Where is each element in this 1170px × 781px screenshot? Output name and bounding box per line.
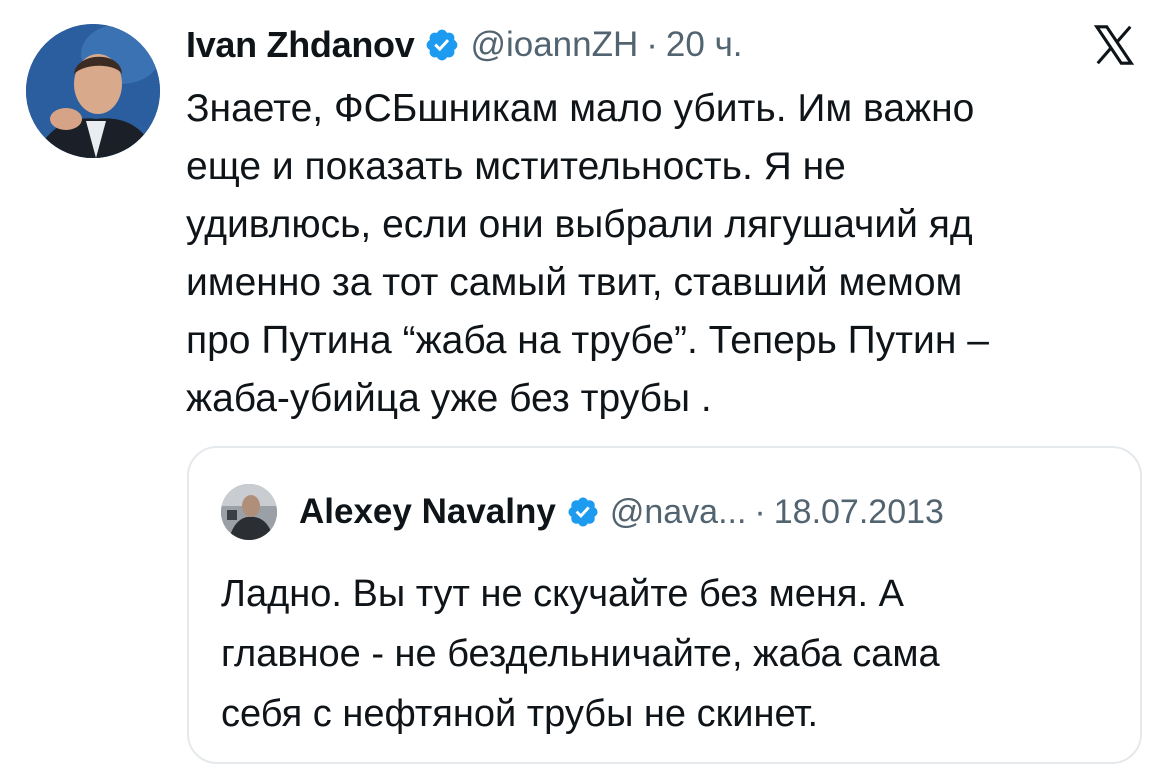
- quoted-text-line: Ладно. Вы тут не скучайте без меня. А: [221, 573, 904, 615]
- quoted-tweet-date[interactable]: 18.07.2013: [774, 493, 944, 532]
- verified-badge-icon: [424, 27, 460, 63]
- quoted-author-avatar[interactable]: [221, 484, 277, 540]
- quoted-author-name[interactable]: Alexey Navalny: [299, 492, 556, 532]
- tweet-timestamp[interactable]: 20 ч.: [666, 25, 743, 65]
- quoted-avatar-photo: [221, 484, 277, 540]
- author-avatar[interactable]: [26, 24, 160, 158]
- quoted-text-line: себя с нефтяной трубы не скинет.: [221, 693, 819, 735]
- verified-badge-icon: [566, 495, 600, 529]
- quoted-tweet-text: Ладно. Вы тут не скучайте без меня. А гл…: [221, 564, 1121, 744]
- tweet-header: Ivan Zhdanov @ioannZH · 20 ч.: [186, 18, 743, 72]
- separator-dot: ·: [754, 492, 766, 531]
- tweet-text-line: Знаете, ФСБшникам мало убить. Им важно: [186, 87, 975, 130]
- tweet-text-line: удивлюсь, если они выбрали лягушачий яд: [186, 203, 973, 246]
- tweet-text-line: про Путина “жаба на трубе”. Теперь Путин…: [186, 319, 989, 362]
- tweet-text-line: еще и показать мстительность. Я не: [186, 145, 846, 188]
- quoted-tweet[interactable]: Alexey Navalny @nava... · 18.07.2013 Лад…: [187, 446, 1142, 764]
- tweet-card[interactable]: Ivan Zhdanov @ioannZH · 20 ч. Знаете, ФС…: [0, 0, 1170, 781]
- tweet-text-line: именно за тот самый твит, ставший мемом: [186, 261, 963, 304]
- author-handle[interactable]: @ioannZH: [470, 25, 638, 65]
- tweet-text: Знаете, ФСБшникам мало убить. Им важно е…: [186, 80, 1146, 428]
- author-name[interactable]: Ivan Zhdanov: [186, 24, 415, 66]
- quoted-text-line: главное - не бездельничайте, жаба сама: [221, 633, 940, 675]
- quoted-tweet-header: Alexey Navalny @nava... · 18.07.2013: [299, 486, 944, 538]
- tweet-text-line: жаба-убийца уже без трубы .: [186, 377, 712, 420]
- x-logo-icon[interactable]: [1090, 22, 1138, 68]
- avatar-photo: [26, 24, 160, 158]
- quoted-author-handle[interactable]: @nava...: [610, 493, 747, 532]
- separator-dot: ·: [646, 25, 658, 64]
